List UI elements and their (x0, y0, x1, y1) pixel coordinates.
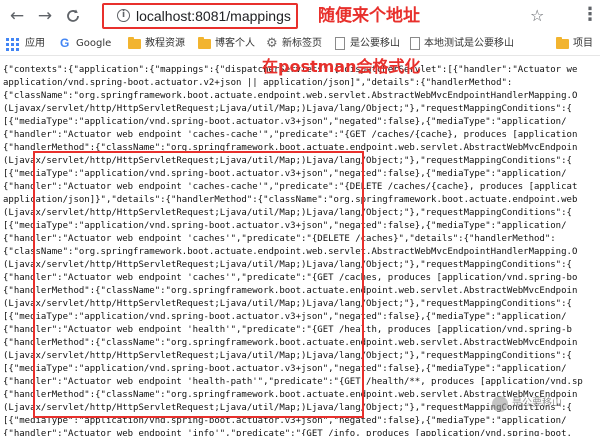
bookmark-blogs[interactable]: 博客个人 (198, 35, 264, 53)
format-annotation: 在postman会格式化 (262, 57, 421, 76)
json-line: (Ljavax/servlet/http/HttpServletRequest;… (3, 104, 572, 114)
gear-icon: ⚙ (266, 36, 278, 51)
bookmarks-bar: 应用 G Google 教程资源 博客个人 ⚙ 新标签页 是公要移山 本地测试是… (0, 33, 600, 56)
bookmark-label: 项目 (573, 38, 593, 49)
bookmark-label: 是公要移山 (350, 38, 400, 49)
json-line: {"handler":"Actuator web endpoint 'info'… (3, 429, 572, 436)
forward-arrow-icon[interactable]: → (36, 7, 54, 25)
watermark: 是公要移山 (492, 393, 562, 415)
browser-menu-icon[interactable]: ⋮ (581, 5, 599, 25)
bookmark-label: 博客个人 (215, 38, 255, 49)
folder-icon (556, 37, 569, 49)
bookmark-google[interactable]: G Google (60, 35, 116, 53)
google-icon: G (60, 36, 70, 50)
folder-icon (198, 37, 211, 49)
highlight-box (33, 151, 364, 418)
apps-grid-icon (6, 38, 19, 51)
bookmark-tutorials[interactable]: 教程资源 (128, 35, 194, 53)
bookmark-label: 应用 (25, 38, 45, 49)
page-icon (335, 37, 345, 50)
bookmark-label: 教程资源 (145, 38, 185, 49)
watermark-text: 是公要移山 (512, 398, 562, 409)
browser-toolbar: ← → i localhost:8081/mappings 随便来个地址 ☆ ⋮ (0, 0, 600, 34)
site-info-icon[interactable]: i (117, 9, 130, 22)
bookmark-local-test[interactable]: 本地测试是公要移山 (409, 35, 549, 53)
page-icon (410, 37, 420, 50)
address-bar[interactable]: i localhost:8081/mappings (102, 3, 298, 29)
json-line: {"handler":"Actuator web endpoint 'cache… (3, 130, 578, 140)
bookmark-label: 本地测试是公要移山 (424, 38, 514, 49)
address-url[interactable]: localhost:8081/mappings (136, 7, 291, 25)
bookmark-label: Google (76, 38, 112, 49)
json-line: [{"mediaType":"application/vnd.spring-bo… (3, 117, 567, 127)
bookmark-star-icon[interactable]: ☆ (530, 6, 544, 26)
bookmark-apps[interactable]: 应用 (6, 35, 48, 53)
folder-icon (128, 37, 141, 49)
bookmark-projects[interactable]: 项目 (556, 35, 600, 53)
json-line: application/vnd.spring-boot.actuator.v2+… (3, 78, 513, 88)
json-response-body: {"contexts":{"application":{"mappings":{… (0, 64, 600, 436)
reload-icon[interactable] (64, 7, 82, 25)
json-line: {"className":"org.springframework.boot.a… (3, 91, 578, 101)
bookmark-new-tab[interactable]: ⚙ 新标签页 (266, 35, 326, 53)
back-arrow-icon[interactable]: ← (8, 7, 26, 25)
bookmark-blog-home[interactable]: 是公要移山 (334, 35, 408, 53)
wechat-logo-icon (492, 396, 508, 412)
bookmark-label: 新标签页 (282, 38, 322, 49)
address-annotation: 随便来个地址 (318, 6, 420, 26)
